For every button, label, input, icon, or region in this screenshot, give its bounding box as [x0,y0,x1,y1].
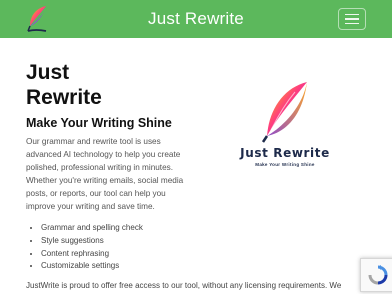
hamburger-icon [345,13,359,16]
navbar: Just Rewrite [0,0,392,38]
hamburger-menu-button[interactable] [338,8,366,30]
quill-feather-icon[interactable] [24,4,50,34]
intro-paragraph: Our grammar and rewrite tool is uses adv… [26,137,184,212]
recaptcha-badge[interactable] [360,258,392,292]
brand-name: Just Rewrite [240,146,330,160]
list-item: Customizable settings [41,260,211,273]
license-paragraph: JustWrite is proud to offer free access … [26,281,342,290]
list-item: Content rephrasing [41,248,211,261]
brand-tagline: Make Your Writing Shine [255,162,315,167]
feature-list: Grammar and spelling check Style suggest… [26,222,211,273]
recaptcha-icon [368,265,388,285]
list-item: Style suggestions [41,235,211,248]
page-subtitle: Make Your Writing Shine [26,116,172,130]
page-title: Just Rewrite [26,61,102,109]
site-title[interactable]: Just Rewrite [148,9,244,29]
list-item: Grammar and spelling check [41,222,211,235]
